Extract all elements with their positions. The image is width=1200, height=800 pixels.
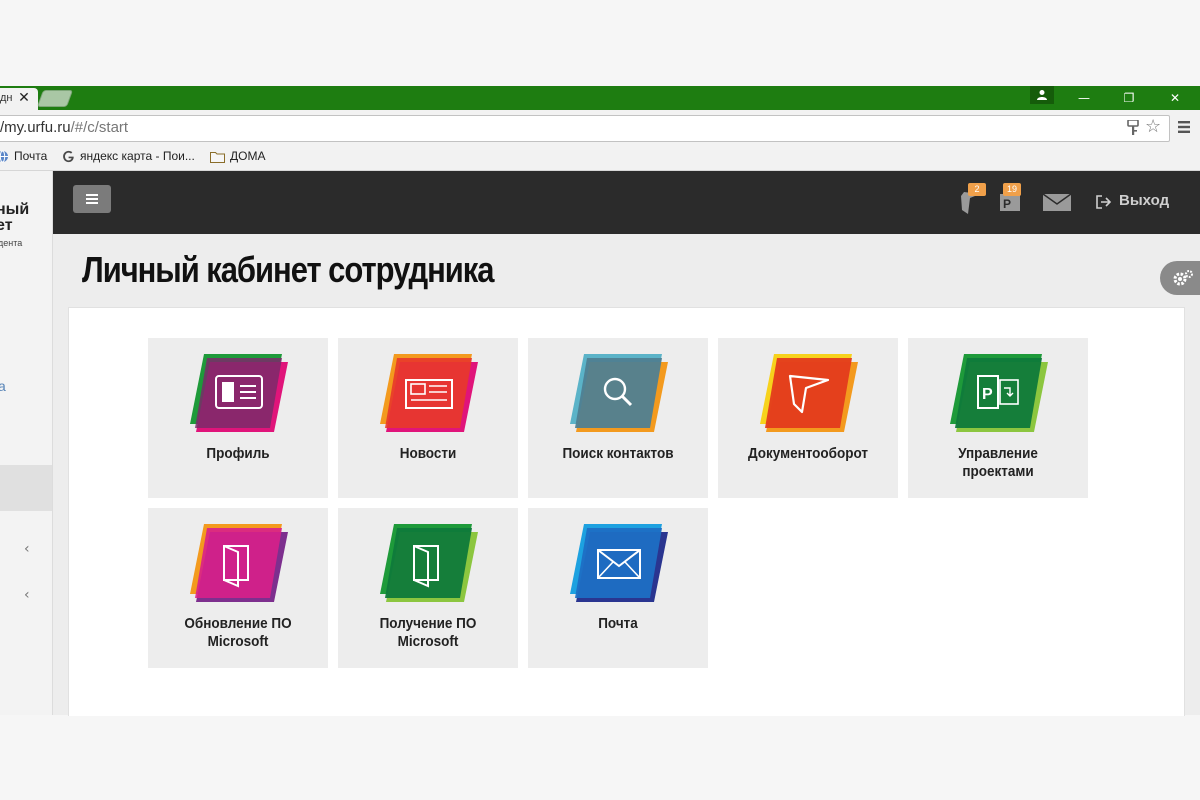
logo-line-2: ет	[0, 217, 13, 234]
tile-label: Поиск контактов	[562, 445, 674, 462]
tile-label: Управление	[958, 445, 1038, 462]
logo-line-3: дента	[0, 238, 23, 248]
restore-button[interactable]: ❐	[1119, 90, 1139, 106]
bookmark-label: Почта	[14, 149, 48, 163]
browser-menu-icon[interactable]	[1177, 120, 1191, 134]
browser-titlebar	[0, 86, 1200, 110]
tile-contact-search[interactable]: Поиск контактов	[528, 338, 708, 498]
projects-badge: 19	[1003, 183, 1021, 196]
office-get-icon	[380, 524, 478, 602]
bookmark-pochta[interactable]: Почта	[0, 146, 47, 166]
tile-label: проектами	[962, 463, 1034, 480]
tile-label: Документооборот	[747, 445, 869, 462]
bookmark-star-icon[interactable]: ☆	[1145, 117, 1161, 137]
url-path: /#/c/start	[70, 119, 129, 136]
globe-icon	[0, 150, 8, 163]
tile-ms-update[interactable]: Обновление ПО Microsoft	[148, 508, 328, 668]
top-navbar	[53, 171, 1200, 234]
google-icon	[63, 151, 74, 163]
tab-title: дн	[0, 92, 13, 104]
tile-ms-get[interactable]: Получение ПО Microsoft	[338, 508, 518, 668]
url-text[interactable]: /my.urfu.ru/#/c/start	[0, 119, 128, 136]
sidebar-link[interactable]: а	[0, 378, 6, 394]
tile-label: Получение ПО	[379, 615, 477, 632]
sidebar	[0, 171, 53, 715]
ms-project-icon: P	[950, 354, 1048, 432]
logout-link[interactable]: Выход	[1119, 192, 1169, 209]
tile-label: Почта	[598, 615, 638, 632]
sidebar-chevron-icon[interactable]: ‹	[24, 541, 30, 557]
magnifier-icon	[570, 354, 668, 432]
gears-icon	[1173, 270, 1193, 286]
key-icon[interactable]	[1127, 120, 1139, 136]
new-tab-button[interactable]	[36, 90, 74, 107]
tile-label: Microsoft	[397, 633, 459, 650]
tile-document-flow[interactable]: Документооборот	[718, 338, 898, 498]
minimize-button[interactable]: —	[1074, 90, 1094, 106]
bookmark-folder-doma[interactable]: ДОМА	[210, 146, 265, 166]
url-host: /my.urfu.ru	[0, 119, 71, 136]
folder-icon	[210, 151, 225, 163]
boomerang-icon	[760, 354, 858, 432]
logout-icon[interactable]	[1096, 195, 1112, 209]
tile-label: Обновление ПО	[184, 615, 292, 632]
bookmark-label: ДОМА	[230, 149, 266, 163]
svg-text:P: P	[982, 386, 993, 403]
bookmark-label: яндекс карта - Пои...	[80, 149, 195, 163]
newspaper-icon	[380, 354, 478, 432]
close-window-button[interactable]: ✕	[1165, 90, 1185, 106]
tile-profile[interactable]: Профиль	[148, 338, 328, 498]
tile-project-management[interactable]: P Управление проектами	[908, 338, 1088, 498]
user-icon	[1037, 90, 1047, 100]
profile-card-icon	[190, 354, 288, 432]
bookmark-yandex-map[interactable]: яндекс карта - Пои...	[62, 146, 195, 166]
tile-news[interactable]: Новости	[338, 338, 518, 498]
documents-badge: 2	[968, 183, 986, 196]
tab-close-icon[interactable]: ✕	[18, 89, 30, 107]
svg-text:P: P	[1003, 197, 1011, 211]
hamburger-line	[86, 198, 98, 200]
settings-tab[interactable]	[1160, 261, 1200, 295]
hamburger-line	[86, 202, 98, 204]
mail-envelope-icon	[570, 524, 668, 602]
user-profile-button[interactable]	[1030, 86, 1054, 104]
page-title: Личный кабинет сотрудника	[82, 249, 494, 290]
office-update-icon	[190, 524, 288, 602]
url-input[interactable]	[0, 115, 1170, 142]
tile-label: Новости	[399, 445, 457, 462]
menu-toggle-button[interactable]	[73, 185, 111, 213]
tile-label: Microsoft	[207, 633, 269, 650]
hamburger-line	[86, 194, 98, 196]
tile-label: Профиль	[206, 445, 270, 462]
sidebar-item-active[interactable]	[0, 465, 52, 511]
tile-mail[interactable]: Почта	[528, 508, 708, 668]
mail-nav-icon[interactable]	[1042, 192, 1072, 212]
sidebar-chevron-icon[interactable]: ‹	[24, 587, 30, 603]
